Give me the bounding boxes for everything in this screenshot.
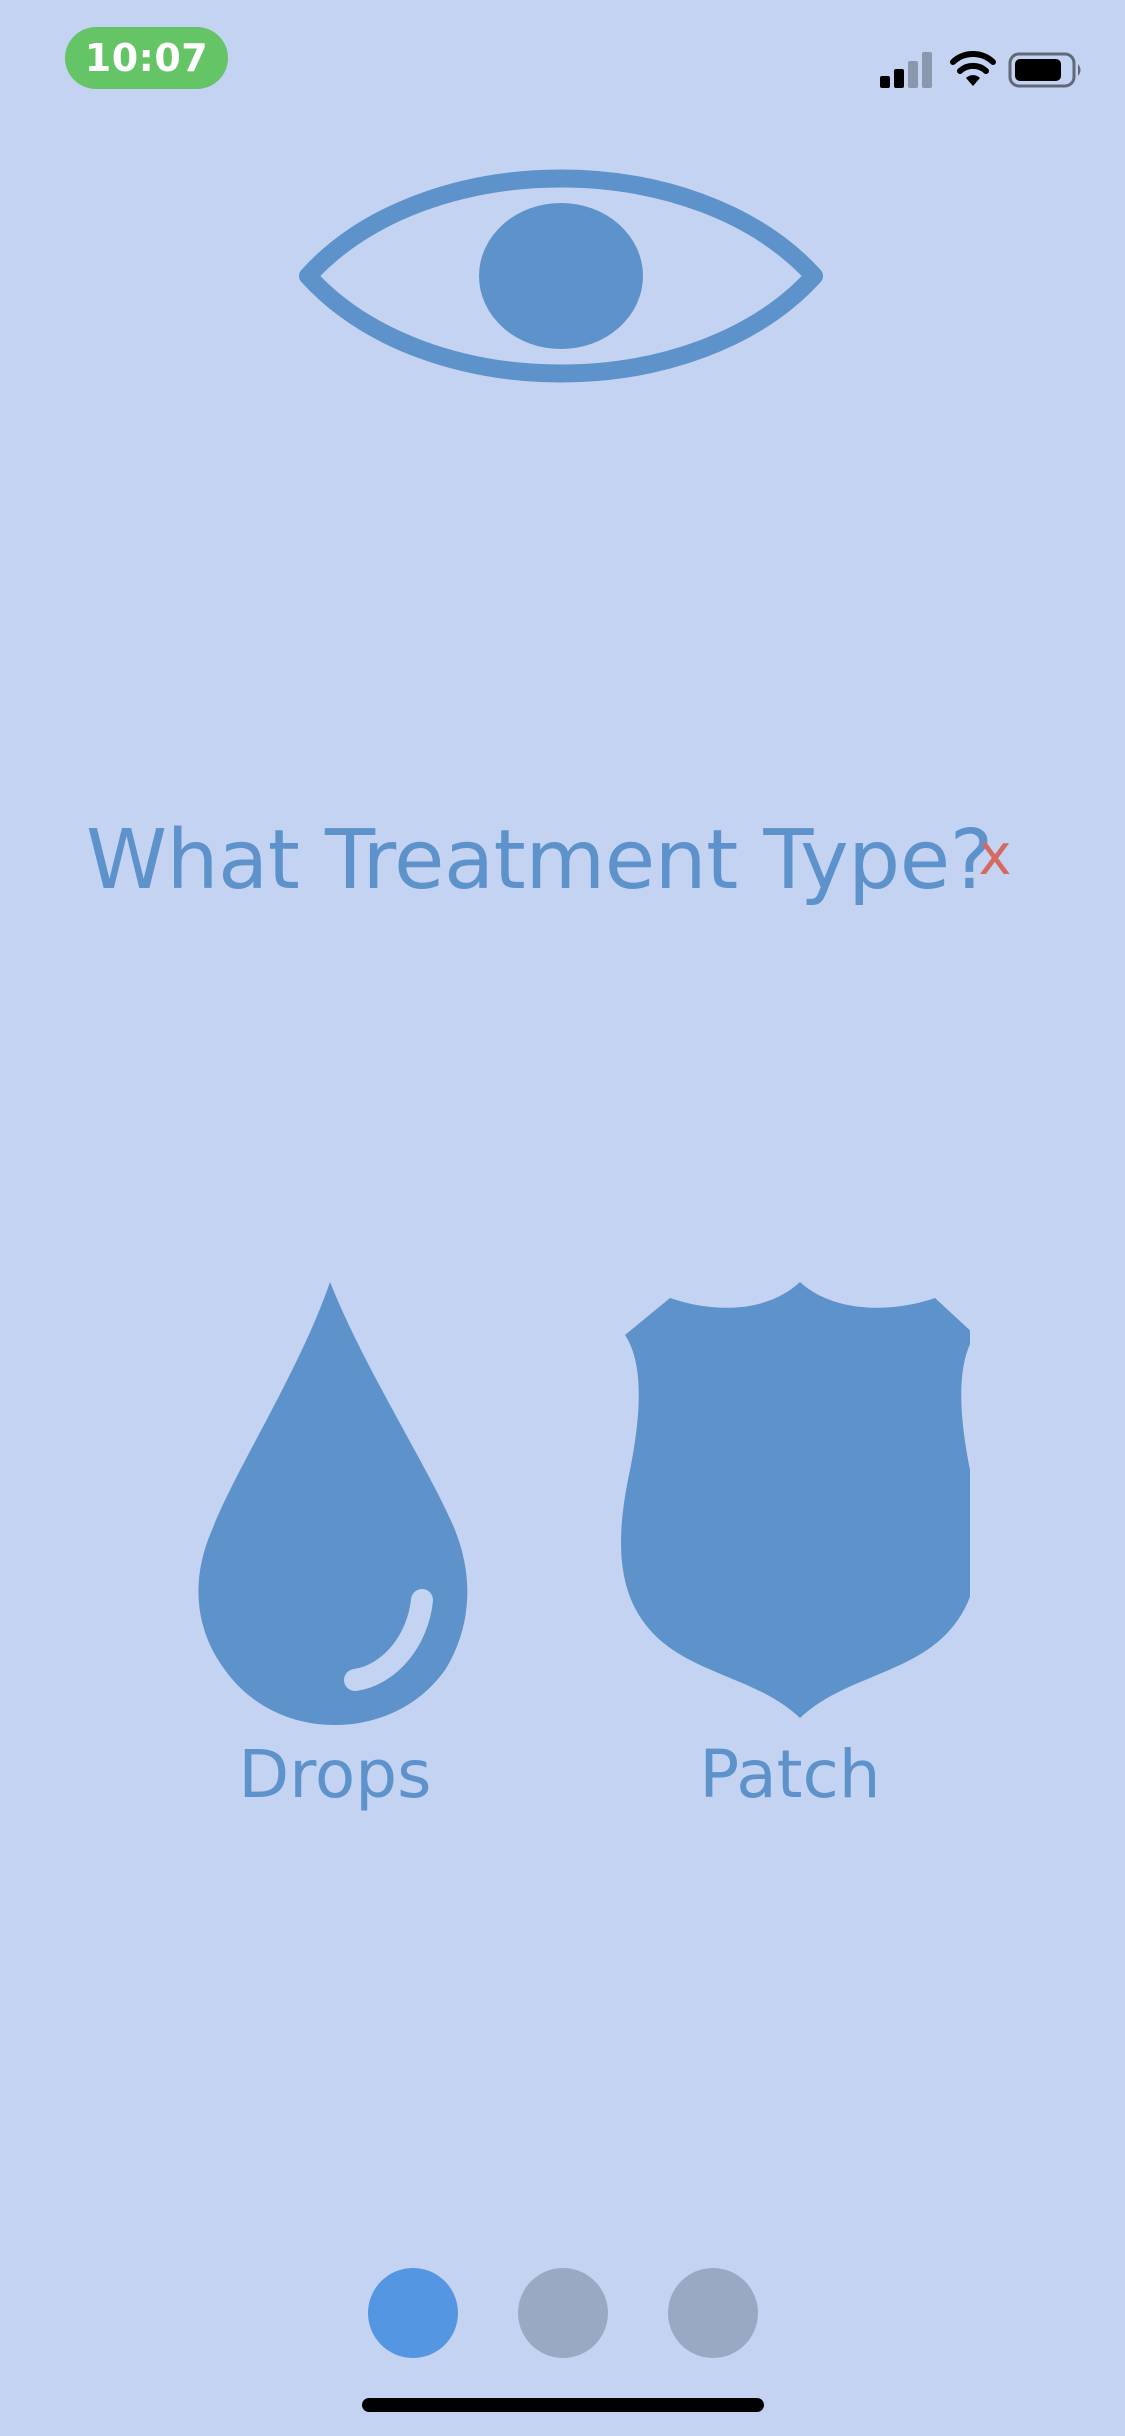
eye-icon bbox=[299, 169, 823, 383]
option-patch[interactable]: Patch bbox=[600, 1270, 980, 1815]
battery-icon bbox=[1008, 52, 1081, 88]
page-dot-3[interactable] bbox=[667, 2268, 758, 2358]
page-dot-2[interactable] bbox=[517, 2268, 608, 2358]
option-patch-label: Patch bbox=[699, 1736, 881, 1813]
water-drop-icon bbox=[198, 1282, 468, 1725]
question-title: What Treatment Type? bbox=[86, 812, 993, 908]
option-drops-label: Drops bbox=[238, 1736, 432, 1813]
close-button[interactable]: x bbox=[970, 820, 1020, 890]
home-indicator[interactable] bbox=[362, 2398, 764, 2412]
page-indicator bbox=[0, 2268, 1125, 2358]
status-time: 10:07 bbox=[65, 27, 228, 89]
cellular-signal-icon bbox=[880, 52, 932, 88]
wifi-icon bbox=[950, 51, 996, 86]
page-dot-1[interactable] bbox=[367, 2268, 458, 2358]
shield-icon bbox=[621, 1282, 970, 1718]
option-drops[interactable]: Drops bbox=[170, 1270, 500, 1815]
